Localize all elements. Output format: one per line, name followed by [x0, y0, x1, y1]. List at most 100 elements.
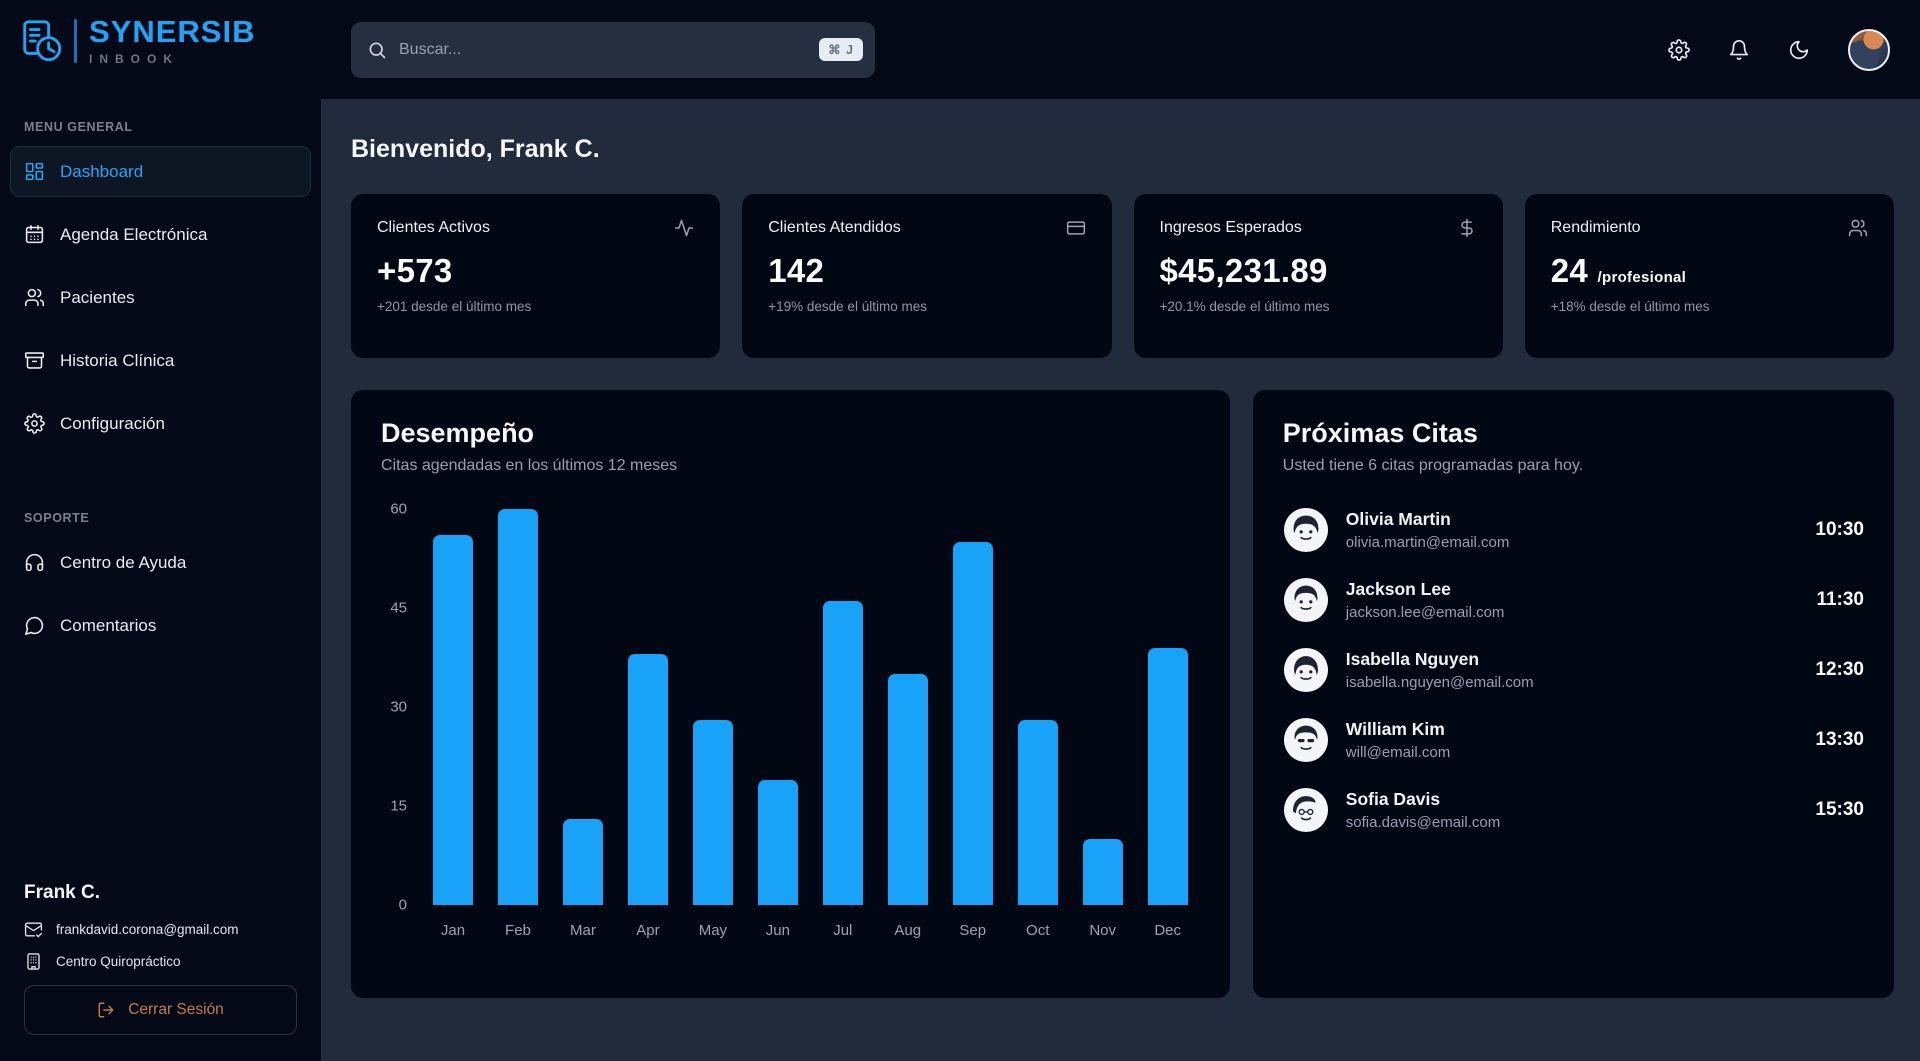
stat-title: Rendimiento [1551, 219, 1641, 237]
appointment-row: William Kim will@email.com 13:30 [1283, 717, 1864, 763]
appointment-time: 15:30 [1815, 799, 1864, 821]
x-tick-label: Jun [766, 922, 790, 939]
x-tick-label: Apr [636, 922, 659, 939]
appointment-time: 12:30 [1815, 659, 1864, 681]
sidebar-item-agenda[interactable]: Agenda Electrónica [10, 209, 311, 260]
topbar: ⌘ J [321, 0, 1920, 99]
settings-button[interactable] [1668, 39, 1690, 61]
stat-title: Clientes Activos [377, 219, 490, 237]
sidebar-item-label: Dashboard [60, 162, 143, 182]
stat-subtext: +201 desde el último mes [377, 299, 694, 314]
chart-bar [563, 819, 603, 905]
dashboard-icon [24, 161, 45, 182]
x-tick-label: Dec [1154, 922, 1181, 939]
chart-bar [823, 601, 863, 905]
appointment-row: Isabella Nguyen isabella.nguyen@email.co… [1283, 647, 1864, 693]
clipboard-clock-logo-icon [18, 18, 64, 64]
activity-icon [674, 218, 694, 238]
stat-subtext: +19% desde el último mes [768, 299, 1085, 314]
stat-subtext: +20.1% desde el último mes [1160, 299, 1477, 314]
appointment-row: Olivia Martin olivia.martin@email.com 10… [1283, 507, 1864, 553]
chart-column: Jul [823, 509, 863, 939]
dark-mode-toggle[interactable] [1788, 39, 1810, 61]
user-email-row: frankdavid.corona@gmail.com [24, 920, 297, 939]
chart-column: Jun [758, 509, 798, 939]
appointment-time: 10:30 [1815, 519, 1864, 541]
chart-column: May [693, 509, 733, 939]
chart-bar [888, 674, 928, 905]
user-name: Frank C. [24, 882, 297, 904]
search-box: ⌘ J [351, 22, 875, 78]
avatar [1283, 507, 1329, 553]
sidebar-item-label: Configuración [60, 414, 165, 434]
headphones-icon [24, 552, 45, 573]
appointment-time: 11:30 [1816, 589, 1864, 611]
sidebar-item-configuracion[interactable]: Configuración [10, 398, 311, 449]
logout-button[interactable]: Cerrar Sesión [24, 985, 297, 1035]
chart-column: Nov [1083, 509, 1123, 939]
appointment-row: Sofia Davis sofia.davis@email.com 15:30 [1283, 787, 1864, 833]
user-organization: Centro Quiropráctico [56, 954, 181, 969]
y-tick-label: 60 [390, 501, 407, 518]
chart-column: Apr [628, 509, 668, 939]
sidebar-item-historia[interactable]: Historia Clínica [10, 335, 311, 386]
x-tick-label: Feb [505, 922, 531, 939]
appointments-subtitle: Usted tiene 6 citas programadas para hoy… [1283, 457, 1864, 475]
y-tick-label: 15 [390, 798, 407, 815]
appointment-email: jackson.lee@email.com [1346, 604, 1505, 621]
users-icon [1848, 218, 1868, 238]
sidebar-item-label: Comentarios [60, 616, 156, 636]
x-tick-label: Oct [1026, 922, 1049, 939]
notifications-button[interactable] [1728, 39, 1750, 61]
chart-title: Desempeño [381, 418, 1200, 449]
brand-logo: SYNERSIB INBOOK [0, 0, 321, 76]
x-tick-label: Nov [1089, 922, 1116, 939]
logo-divider [74, 19, 77, 63]
brand-subtitle: INBOOK [89, 52, 255, 66]
chart-bar [628, 654, 668, 905]
stat-title: Ingresos Esperados [1160, 219, 1302, 237]
moon-icon [1788, 39, 1810, 61]
y-tick-label: 30 [390, 699, 407, 716]
chart-column: Mar [563, 509, 603, 939]
main-menu: Dashboard Agenda Electrónica Pacientes H… [0, 146, 321, 449]
dollar-icon [1457, 218, 1477, 238]
sidebar-item-label: Centro de Ayuda [60, 553, 186, 573]
menu-section-label: MENU GENERAL [24, 120, 321, 134]
x-tick-label: Jul [833, 922, 852, 939]
chart-bar [433, 535, 473, 905]
avatar [1283, 647, 1329, 693]
chart-column: Feb [498, 509, 538, 939]
performance-chart-panel: Desempeño Citas agendadas en los últimos… [351, 390, 1230, 998]
chart-bar [1018, 720, 1058, 905]
stat-value: +573 [377, 252, 694, 290]
stat-subtext: +18% desde el último mes [1551, 299, 1868, 314]
stat-card-ingresos-esperados: Ingresos Esperados $45,231.89 +20.1% des… [1134, 194, 1503, 358]
search-input[interactable] [399, 41, 859, 59]
sidebar-item-label: Pacientes [60, 288, 135, 308]
chart-bar [953, 542, 993, 905]
sidebar-item-comentarios[interactable]: Comentarios [10, 600, 311, 651]
stat-cards: Clientes Activos +573 +201 desde el últi… [351, 194, 1894, 358]
sidebar-item-label: Historia Clínica [60, 351, 174, 371]
appointment-email: will@email.com [1346, 744, 1450, 761]
stat-value: 142 [768, 252, 1085, 290]
topbar-actions [1668, 29, 1890, 71]
chart-bars: JanFebMarAprMayJunJulAugSepOctNovDec [417, 509, 1200, 939]
appointment-name: Isabella Nguyen [1346, 649, 1534, 670]
chart-y-axis: 015304560 [381, 509, 417, 939]
chart-bar [1148, 648, 1188, 905]
sidebar-user-block: Frank C. frankdavid.corona@gmail.com Cen… [0, 882, 321, 1061]
sidebar: SYNERSIB INBOOK MENU GENERAL Dashboard A… [0, 0, 321, 1061]
user-avatar[interactable] [1848, 29, 1890, 71]
chart-column: Aug [888, 509, 928, 939]
sidebar-item-pacientes[interactable]: Pacientes [10, 272, 311, 323]
chart-column: Dec [1148, 509, 1188, 939]
chart-subtitle: Citas agendadas en los últimos 12 meses [381, 457, 1200, 475]
sidebar-item-centro-de-ayuda[interactable]: Centro de Ayuda [10, 537, 311, 588]
chart-column: Oct [1018, 509, 1058, 939]
y-tick-label: 45 [390, 600, 407, 617]
sidebar-item-dashboard[interactable]: Dashboard [10, 146, 311, 197]
chart-bar [758, 780, 798, 905]
stat-card-clientes-atendidos: Clientes Atendidos 142 +19% desde el últ… [742, 194, 1111, 358]
